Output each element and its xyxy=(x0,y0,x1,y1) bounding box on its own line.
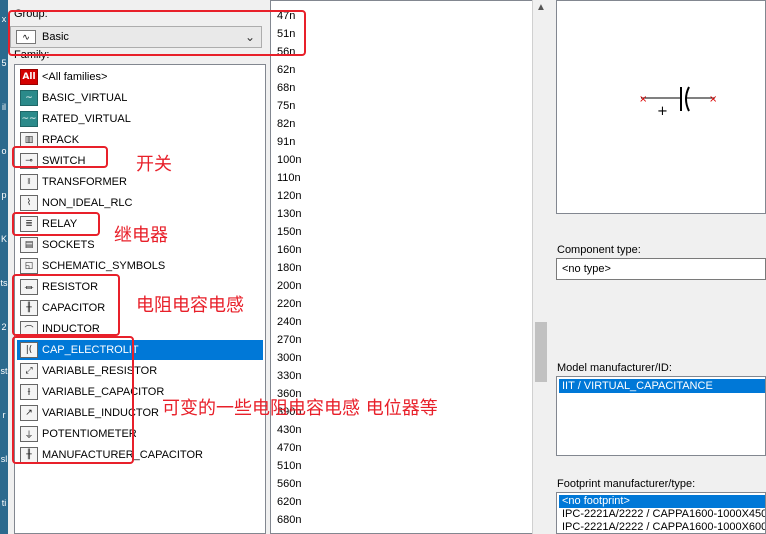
family-label: NON_IDEAL_RLC xyxy=(42,197,133,209)
desktop-glyph: p xyxy=(1,190,7,200)
rlc-highlight-box xyxy=(12,274,120,336)
symbol-preview: × × + xyxy=(556,0,766,214)
variable-highlight-box xyxy=(12,336,134,464)
desktop-glyph: 2 xyxy=(1,322,7,332)
desktop-glyph: ti xyxy=(1,498,7,508)
footprint-list[interactable]: <no footprint> IPC-2221A/2222 / CAPPA1600… xyxy=(556,492,766,534)
svg-text:×: × xyxy=(709,94,717,105)
value-item[interactable]: 470n xyxy=(277,439,301,457)
family-label: TRANSFORMER xyxy=(42,176,127,188)
desktop-glyph: sl xyxy=(0,454,8,464)
relay-note: 继电器 xyxy=(114,225,168,246)
family-icon: ~~ xyxy=(20,111,38,127)
family-icon: ⌇ xyxy=(20,195,38,211)
family-item[interactable]: ◱ SCHEMATIC_SYMBOLS xyxy=(17,256,263,276)
footprint-item[interactable]: <no footprint> xyxy=(559,495,765,508)
desktop-glyph: x xyxy=(1,14,7,24)
value-item[interactable]: 160n xyxy=(277,241,301,259)
value-item[interactable]: 130n xyxy=(277,205,301,223)
value-item[interactable]: 68n xyxy=(277,79,295,97)
family-label: SCHEMATIC_SYMBOLS xyxy=(42,260,166,272)
switch-highlight-box xyxy=(12,146,108,168)
value-item[interactable]: 560n xyxy=(277,475,301,493)
scroll-up-icon[interactable]: ▲ xyxy=(536,2,546,13)
value-item[interactable]: 330n xyxy=(277,367,301,385)
family-label: RPACK xyxy=(42,134,80,146)
value-item[interactable]: 680n xyxy=(277,511,301,529)
group-highlight-box xyxy=(8,10,306,56)
family-label: SOCKETS xyxy=(42,239,95,251)
desktop-glyph: il xyxy=(2,102,6,112)
value-item[interactable]: 75n xyxy=(277,97,295,115)
value-item[interactable]: 240n xyxy=(277,313,301,331)
electrolytic-capacitor-symbol-icon: × × + xyxy=(639,86,717,119)
family-icon: All xyxy=(20,69,38,85)
value-item[interactable]: 510n xyxy=(277,457,301,475)
family-item[interactable]: All <All families> xyxy=(17,67,263,87)
value-item[interactable]: 100n xyxy=(277,151,301,169)
model-list[interactable]: IIT / VIRTUAL_CAPACITANCE xyxy=(556,376,766,456)
family-item[interactable]: ⌇ NON_IDEAL_RLC xyxy=(17,193,263,213)
family-item[interactable]: ~ BASIC_VIRTUAL xyxy=(17,88,263,108)
value-item[interactable]: 430n xyxy=(277,421,301,439)
value-item[interactable]: 91n xyxy=(277,133,295,151)
family-icon: ⧚ xyxy=(20,174,38,190)
value-item[interactable]: 150n xyxy=(277,223,301,241)
component-type-field[interactable]: <no type> xyxy=(556,258,766,280)
svg-text:×: × xyxy=(639,94,647,105)
family-icon: ▤ xyxy=(20,237,38,253)
rlc-note: 电阻电容电感 xyxy=(136,295,244,316)
family-label: RATED_VIRTUAL xyxy=(42,113,131,125)
value-item[interactable]: 620n xyxy=(277,493,301,511)
footprint-item[interactable]: IPC-2221A/2222 / CAPPA1600-1000X600 xyxy=(559,521,765,534)
relay-highlight-box xyxy=(12,212,100,236)
switch-note: 开关 xyxy=(136,154,172,175)
value-item[interactable]: 300n xyxy=(277,349,301,367)
value-item[interactable]: 270n xyxy=(277,331,301,349)
value-item[interactable]: 82n xyxy=(277,115,295,133)
value-item[interactable]: 110n xyxy=(277,169,301,187)
component-value-list[interactable]: 47n 51n 56n 62n 68n 75n 82n 91n 100n 110n 120n 130n… xyxy=(270,0,534,534)
scroll-thumb[interactable] xyxy=(535,322,547,382)
value-item[interactable]: 220n xyxy=(277,295,301,313)
footprint-item[interactable]: IPC-2221A/2222 / CAPPA1600-1000X450 xyxy=(559,508,765,521)
desktop-glyph: st xyxy=(0,366,8,376)
family-item[interactable]: ~~ RATED_VIRTUAL xyxy=(17,109,263,129)
model-selected-row[interactable]: IIT / VIRTUAL_CAPACITANCE xyxy=(559,379,765,393)
footprint-label: Footprint manufacturer/type: xyxy=(557,478,696,490)
family-label: <All families> xyxy=(42,71,108,83)
svg-text:+: + xyxy=(657,104,668,119)
desktop-glyph: K xyxy=(0,234,7,244)
family-icon: ◱ xyxy=(20,258,38,274)
desktop-strip: x 5 il o p Kts 2 st r sl ti xyxy=(0,0,8,534)
value-list-scrollbar[interactable]: ▲ xyxy=(532,0,549,534)
desktop-glyph: ts xyxy=(0,278,8,288)
family-label: BASIC_VIRTUAL xyxy=(42,92,128,104)
desktop-glyph: r xyxy=(2,410,6,420)
value-item[interactable]: 62n xyxy=(277,61,295,79)
desktop-glyph: 5 xyxy=(1,58,7,68)
value-item[interactable]: 120n xyxy=(277,187,301,205)
family-icon: ~ xyxy=(20,90,38,106)
value-item[interactable]: 200n xyxy=(277,277,301,295)
value-item[interactable]: 180n xyxy=(277,259,301,277)
component-type-label: Component type: xyxy=(557,244,641,256)
variable-note: 可变的一些电阻电容电感 电位器等 xyxy=(162,398,438,419)
desktop-glyph: o xyxy=(1,146,7,156)
model-label: Model manufacturer/ID: xyxy=(557,362,672,374)
